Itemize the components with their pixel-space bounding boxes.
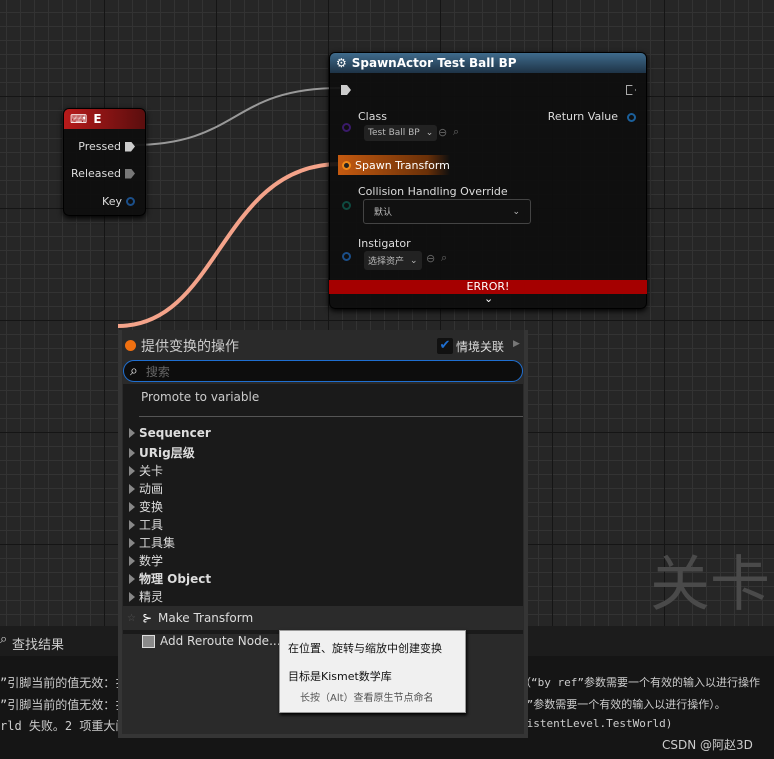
- log-line[interactable]: ”引脚当前的值无效：扌: [0, 696, 127, 713]
- spawn-actor-node[interactable]: ⚙ SpawnActor Test Ball BP Class Test Ball…: [329, 52, 647, 309]
- reroute-icon: [142, 634, 155, 648]
- pin-label: Key: [102, 195, 122, 208]
- tooltip-description: 在位置、旋转与缩放中创建变换: [288, 642, 442, 655]
- promote-to-variable-item[interactable]: Promote to variable: [141, 390, 259, 404]
- results-title[interactable]: 查找结果: [12, 634, 64, 653]
- make-struct-icon: ⊱: [141, 611, 153, 625]
- category-item[interactable]: 工具: [129, 516, 163, 533]
- search-input[interactable]: ⌕ 搜索: [123, 360, 523, 382]
- credit-text: CSDN @阿赵3D: [662, 738, 753, 752]
- return-value-label: Return Value: [547, 110, 618, 123]
- pin-label: Pressed: [78, 140, 121, 153]
- category-item[interactable]: 关卡: [129, 462, 163, 479]
- instigator-value: 选择资产: [368, 257, 405, 267]
- class-value: Test Ball BP: [368, 128, 420, 138]
- use-selected-icon[interactable]: ⊖: [438, 126, 447, 139]
- class-pin-icon[interactable]: [342, 123, 351, 132]
- tooltip-hint: 长按（Alt）查看原生节点命名: [300, 693, 434, 704]
- node-title: E: [93, 112, 102, 126]
- context-label[interactable]: 情境关联: [456, 338, 504, 355]
- star-icon[interactable]: ☆: [127, 613, 136, 624]
- log-line[interactable]: rld 失败。2 项重大问: [0, 717, 127, 734]
- context-checkbox[interactable]: ✔: [437, 338, 453, 354]
- category-item[interactable]: 精灵: [129, 588, 163, 605]
- event-node-e[interactable]: ⌨ E Pressed Released Key: [63, 108, 146, 216]
- menu-title: 提供变换的操作: [141, 339, 239, 355]
- divider: [139, 416, 523, 417]
- chevron-down-icon: ⌄: [425, 128, 434, 138]
- pin-label: Released: [71, 167, 121, 180]
- instigator-pin-icon[interactable]: [342, 252, 351, 261]
- instigator-label: Instigator: [358, 237, 411, 250]
- use-selected-icon[interactable]: ⊖: [426, 252, 435, 265]
- key-pin-icon[interactable]: [126, 197, 135, 206]
- spawn-actor-icon: ⚙: [336, 56, 347, 70]
- tooltip: 在位置、旋转与缩放中创建变换 目标是Kismet数学库 长按（Alt）查看原生节…: [279, 630, 466, 713]
- exec-pin-icon[interactable]: [125, 141, 135, 152]
- category-item[interactable]: 物理 Object: [129, 570, 211, 587]
- add-reroute-item[interactable]: Add Reroute Node...: [142, 634, 281, 648]
- collision-dropdown[interactable]: 默认 ⌄: [363, 199, 531, 224]
- category-item[interactable]: Sequencer: [129, 426, 211, 440]
- browse-search-icon[interactable]: ⌕: [453, 125, 459, 139]
- item-label: Add Reroute Node...: [160, 634, 281, 648]
- spawn-transform-label: Spawn Transform: [355, 158, 450, 172]
- log-line[interactable]: ”引脚当前的值无效：扌: [0, 674, 127, 691]
- chevron-down-icon: ⌄: [512, 206, 520, 217]
- item-label: Make Transform: [158, 611, 254, 625]
- category-item[interactable]: 变换: [129, 498, 163, 515]
- search-icon: ⌕: [130, 363, 138, 379]
- category-item[interactable]: 工具集: [129, 534, 175, 551]
- instigator-dropdown[interactable]: 选择资产 ⌄: [364, 251, 422, 270]
- category-item[interactable]: 数学: [129, 552, 163, 569]
- class-dropdown[interactable]: Test Ball BP ⌄: [364, 125, 438, 141]
- action-list[interactable]: Promote to variable Sequencer URig层级 关卡 …: [123, 384, 523, 634]
- tooltip-target: 目标是Kismet数学库: [288, 670, 392, 683]
- category-item[interactable]: 动画: [129, 480, 163, 497]
- spawn-transform-pin[interactable]: Spawn Transform: [338, 155, 450, 175]
- search-placeholder: 搜索: [145, 364, 170, 379]
- exec-pin-icon[interactable]: [125, 168, 135, 179]
- exec-in-pin-icon[interactable]: [341, 85, 351, 95]
- exec-out-pin-icon[interactable]: [626, 85, 636, 95]
- log-line[interactable]: f”参数需要一个有效的输入以进行操作）。: [520, 696, 726, 712]
- log-line[interactable]: （“by ref”参数需要一个有效的输入以进行操作: [520, 674, 760, 690]
- make-transform-item[interactable]: ☆ ⊱ Make Transform: [123, 606, 523, 630]
- class-label: Class: [358, 110, 387, 123]
- transform-wire: [117, 162, 341, 328]
- expand-chevron-icon[interactable]: ⌄: [484, 292, 493, 305]
- browse-search-icon[interactable]: ⌕: [441, 251, 447, 265]
- return-value-pin-icon[interactable]: [627, 113, 636, 122]
- collision-value: 默认: [374, 208, 393, 218]
- collision-pin-icon[interactable]: [342, 201, 351, 210]
- search-icon: ⌕: [0, 632, 8, 647]
- keyboard-icon: ⌨: [70, 112, 88, 126]
- collision-label: Collision Handling Override: [358, 185, 508, 198]
- arrow-right-icon: ▶: [513, 339, 520, 349]
- transform-pin-icon: [342, 160, 351, 170]
- category-item[interactable]: URig层级: [129, 444, 195, 461]
- exec-wire: [131, 87, 341, 146]
- node-title: SpawnActor Test Ball BP: [351, 56, 517, 70]
- chevron-down-icon: ⌄: [410, 255, 418, 266]
- status-dot-icon: [125, 340, 136, 351]
- log-line[interactable]: sistentLevel.TestWorld): [520, 717, 672, 730]
